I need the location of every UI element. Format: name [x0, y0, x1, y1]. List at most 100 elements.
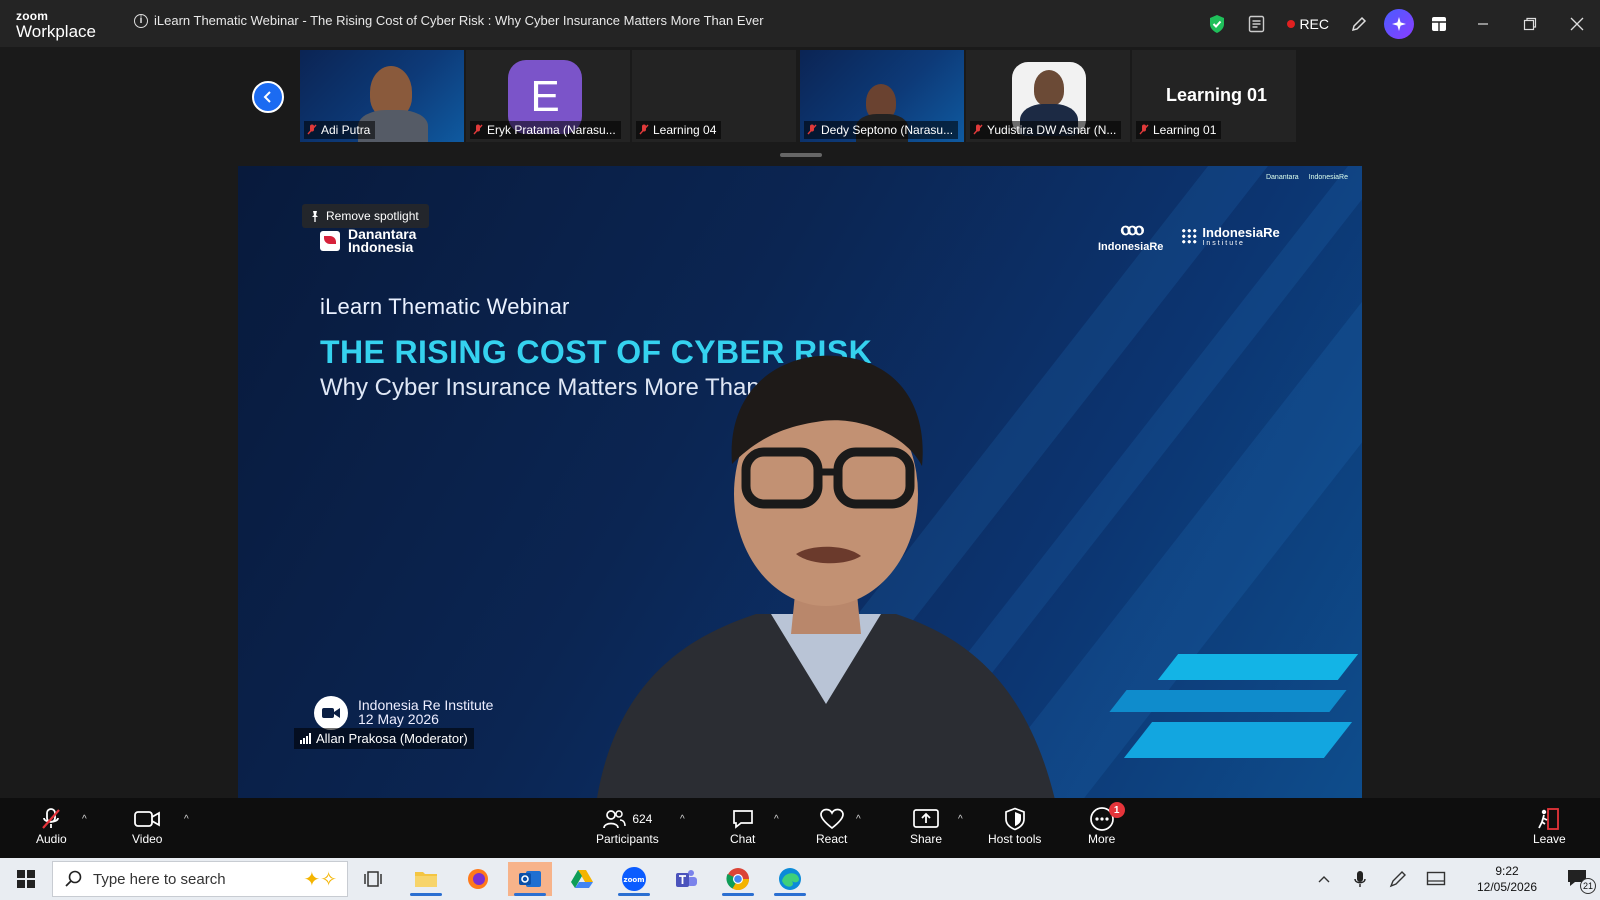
share-options-chevron-icon[interactable]: ^: [958, 814, 963, 825]
close-window-button[interactable]: [1553, 0, 1600, 47]
remove-spotlight-button[interactable]: Remove spotlight: [302, 204, 429, 228]
rec-label: REC: [1299, 15, 1329, 32]
restore-button[interactable]: [1506, 0, 1553, 47]
zoom-workplace-logo: zoom Workplace: [16, 10, 96, 40]
microphone-tray-icon[interactable]: [1346, 862, 1374, 896]
taskbar-file-explorer[interactable]: [404, 862, 448, 896]
share-button[interactable]: Share: [910, 806, 942, 846]
windows-logo-icon: [17, 870, 35, 888]
react-button[interactable]: React: [816, 806, 847, 846]
slide-kicker: iLearn Thematic Webinar: [320, 294, 570, 319]
folder-icon: [415, 872, 437, 887]
mic-muted-icon: [473, 124, 483, 135]
taskbar-zoom[interactable]: zoom: [612, 862, 656, 896]
video-filmstrip: Adi Putra E Eryk Pratama (Narasu... Lear…: [0, 47, 1600, 160]
dots-grid-icon: [1181, 227, 1198, 244]
ai-sparkle-icon: [1384, 8, 1414, 39]
participant-name-tag: Learning 04: [636, 121, 722, 139]
more-notification-badge: 1: [1108, 802, 1125, 818]
chat-options-chevron-icon[interactable]: ^: [774, 814, 779, 825]
participants-options-chevron-icon[interactable]: ^: [680, 814, 685, 825]
danantara-logo: Danantara Indonesia: [320, 227, 416, 254]
search-placeholder: Type here to search: [93, 870, 226, 888]
notification-center-button[interactable]: 21: [1556, 862, 1600, 896]
pen-tray-icon[interactable]: [1384, 862, 1412, 896]
recording-dot-icon: [1287, 19, 1296, 28]
mic-muted-icon: [1139, 124, 1149, 135]
video-options-chevron-icon[interactable]: ^: [184, 814, 189, 825]
notification-count: 21: [1580, 878, 1596, 894]
taskbar-firefox[interactable]: [456, 862, 500, 896]
taskbar-clock[interactable]: 9:22 12/05/2026: [1462, 863, 1552, 895]
zoom-app-icon: zoom: [622, 867, 646, 891]
recording-indicator[interactable]: REC: [1277, 16, 1339, 32]
taskbar-search-box[interactable]: Type here to search ✦✧: [52, 861, 348, 897]
meeting-title[interactable]: i iLearn Thematic Webinar - The Rising C…: [134, 13, 764, 28]
share-screen-icon: [912, 806, 940, 832]
slide-header-logos: Danantara IndonesiaRe: [1265, 174, 1348, 181]
shield-icon: [1004, 806, 1026, 832]
pin-icon: [312, 210, 318, 222]
taskbar-edge[interactable]: [768, 862, 812, 896]
leave-button[interactable]: Leave: [1533, 806, 1566, 846]
participant-tile[interactable]: E Eryk Pratama (Narasu...: [466, 50, 630, 142]
participants-button[interactable]: 624 Participants: [596, 806, 659, 846]
audio-button[interactable]: Audio: [36, 806, 67, 846]
info-icon[interactable]: i: [134, 13, 148, 28]
more-button[interactable]: 1 More: [1088, 802, 1125, 846]
active-participant-label: Learning 01: [1166, 85, 1268, 105]
windows-taskbar: Type here to search ✦✧ zoom 9:22 12/05/2…: [0, 858, 1600, 900]
windows-start-button[interactable]: [4, 862, 48, 896]
chevron-left-icon: [263, 91, 271, 103]
taskbar-outlook[interactable]: [508, 862, 552, 896]
filmstrip-previous-button[interactable]: [252, 81, 284, 113]
spotlight-video: Danantara IndonesiaRe Remove spotlight D…: [238, 166, 1362, 798]
participants-count: 624: [632, 812, 653, 826]
chat-button[interactable]: Chat: [730, 806, 755, 846]
outlook-icon: [519, 871, 541, 887]
mic-muted-icon: [973, 124, 983, 135]
speaker-video: [597, 355, 1055, 798]
participant-tile[interactable]: Yudistira DW Asnar (N...: [966, 50, 1130, 142]
google-drive-icon: [571, 870, 593, 888]
brand-bottom: Workplace: [16, 22, 96, 41]
slide-footer: Indonesia Re Institute 12 May 2026: [358, 697, 494, 727]
participant-tile[interactable]: Dedy Septono (Narasu...: [800, 50, 964, 142]
svg-text:zoom: zoom: [624, 876, 645, 884]
encryption-shield-icon[interactable]: [1197, 0, 1237, 47]
video-camera-icon: [314, 696, 348, 730]
titlebar-controls: REC: [1197, 0, 1600, 47]
notification-icon: 21: [1566, 868, 1596, 894]
minimize-button[interactable]: [1459, 0, 1506, 47]
more-icon: 1: [1089, 802, 1125, 832]
search-icon: [65, 870, 82, 887]
audio-options-chevron-icon[interactable]: ^: [82, 814, 87, 825]
chrome-icon: [726, 868, 749, 890]
react-options-chevron-icon[interactable]: ^: [856, 814, 861, 825]
host-tools-button[interactable]: Host tools: [988, 806, 1041, 846]
mic-muted-icon: [807, 124, 817, 135]
danantara-mark-icon: [320, 231, 340, 251]
taskbar-chrome[interactable]: [716, 862, 760, 896]
participants-icon: [603, 810, 627, 829]
apps-icon[interactable]: [1419, 0, 1459, 47]
participant-tile[interactable]: Adi Putra: [300, 50, 464, 142]
task-view-button[interactable]: [352, 862, 396, 896]
taskbar-teams[interactable]: [664, 862, 708, 896]
heart-icon: [819, 806, 845, 832]
ai-companion-button[interactable]: [1379, 0, 1419, 47]
filmstrip-resize-handle[interactable]: [780, 153, 822, 157]
display-tray-icon[interactable]: [1422, 862, 1450, 896]
search-highlight-sparkle-icon: ✦✧: [303, 868, 337, 891]
indonesiare-logo: ⲟⲟⲟ IndonesiaRe: [1098, 218, 1164, 253]
show-hidden-icons-chevron-icon[interactable]: [1312, 862, 1336, 896]
rings-icon: ⲟⲟⲟ: [1120, 218, 1144, 240]
participant-tile[interactable]: Learning 04: [632, 50, 796, 142]
partner-logos: ⲟⲟⲟ IndonesiaRe IndonesiaRe Institute: [1098, 218, 1280, 253]
video-button[interactable]: Video: [132, 806, 162, 846]
annotate-pencil-icon[interactable]: [1339, 0, 1379, 47]
indonesiare-institute-logo: IndonesiaRe Institute: [1181, 225, 1280, 247]
taskbar-google-drive[interactable]: [560, 862, 604, 896]
signal-bars-icon: [300, 733, 311, 744]
captions-icon[interactable]: [1237, 0, 1277, 47]
